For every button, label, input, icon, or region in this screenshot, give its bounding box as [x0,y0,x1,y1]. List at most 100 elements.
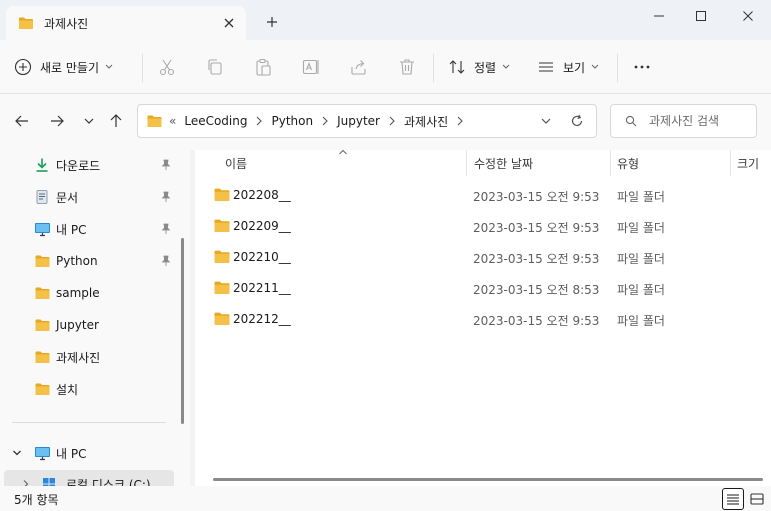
column-divider[interactable] [730,150,731,176]
folder-icon [213,311,231,326]
sidebar-item-label: 다운로드 [56,158,101,173]
sidebar-divider [12,422,166,423]
tree-item-this-pc[interactable]: 내 PC [0,439,180,467]
sort-button[interactable]: 정렬 [448,54,510,80]
sidebar-item-install[interactable]: 설치 [0,375,180,403]
more-options-icon[interactable] [632,57,652,77]
chevron-right-icon[interactable] [456,116,464,126]
maximize-icon[interactable] [686,6,716,26]
sidebar-item-this-pc[interactable]: 내 PC [0,215,180,243]
item-count: 5개 항목 [14,493,59,507]
minimize-icon[interactable] [644,6,674,26]
breadcrumb-python[interactable]: Python [271,114,313,128]
share-icon[interactable] [349,57,369,77]
new-tab-icon[interactable] [264,14,280,30]
tiles-view-icon [750,493,764,505]
tiles-view-button[interactable] [746,488,768,510]
chevron-right-icon[interactable] [22,479,30,486]
column-header-name[interactable]: 이름 [225,150,247,176]
tree-item-label: 로컬 디스크 (C:) [66,477,151,487]
sort-icon [448,58,466,76]
pin-icon[interactable] [160,223,172,235]
column-header-size[interactable]: 크기 [737,150,759,176]
file-date: 2023-03-15 오전 9:53 [473,221,600,235]
address-bar[interactable]: « LeeCoding Python Jupyter 과제사진 [137,104,597,138]
recent-chevron-icon[interactable] [80,112,98,130]
cut-icon[interactable] [157,57,177,77]
delete-icon[interactable] [397,57,417,77]
sidebar-item-documents[interactable]: 문서 [0,183,180,211]
table-row[interactable]: 202212__ 2023-03-15 오전 9:53 파일 폴더 [205,304,765,334]
breadcrumb-jupyter[interactable]: Jupyter [337,114,380,128]
view-button-label: 보기 [563,60,586,75]
file-list: 이름 수정한 날짜 유형 크기 202208__ 2023-03-15 오전 9… [195,149,771,486]
command-separator [617,54,618,82]
new-button[interactable]: 새로 만들기 [14,54,113,80]
command-separator [142,54,143,82]
tree-item-local-disk[interactable]: 로컬 디스크 (C:) [4,470,174,486]
folder-icon [34,286,51,300]
refresh-icon[interactable] [570,114,584,128]
up-arrow-icon[interactable] [107,112,125,130]
back-arrow-icon[interactable] [13,112,31,130]
windows-drive-icon [42,477,56,486]
sidebar-item-jupyter[interactable]: Jupyter [0,311,180,339]
file-name: 202210__ [233,250,291,264]
paste-icon[interactable] [253,57,273,77]
column-divider[interactable] [466,150,467,176]
search-input[interactable] [649,114,749,128]
command-separator [433,54,434,82]
file-date: 2023-03-15 오전 9:53 [473,190,600,204]
sort-ascending-icon [338,149,348,155]
sidebar-item-label: sample [56,286,100,300]
tab-current[interactable]: 과제사진 [6,6,246,40]
breadcrumb-current[interactable]: 과제사진 [404,113,448,130]
file-date: 2023-03-15 오전 9:53 [473,314,600,328]
view-button[interactable]: 보기 [537,54,599,80]
close-window-icon[interactable] [733,6,763,26]
table-row[interactable]: 202210__ 2023-03-15 오전 9:53 파일 폴더 [205,242,765,272]
sidebar-scrollbar[interactable] [181,238,184,424]
list-view-icon [537,58,555,76]
column-header-date[interactable]: 수정한 날짜 [474,150,533,176]
details-view-button[interactable] [722,488,744,510]
close-tab-icon[interactable] [222,16,236,30]
chevron-right-icon[interactable] [321,116,329,126]
column-header-type[interactable]: 유형 [617,150,639,176]
chevron-down-icon[interactable] [12,449,22,457]
sidebar-item-label: Jupyter [56,318,99,332]
folder-icon [146,114,163,128]
pin-icon[interactable] [160,191,172,203]
file-type: 파일 폴더 [617,252,665,266]
search-icon [625,115,637,127]
chevron-right-icon[interactable] [388,116,396,126]
sidebar-item-python[interactable]: Python [0,247,180,275]
file-date: 2023-03-15 오전 9:53 [473,252,600,266]
pin-icon[interactable] [160,255,172,267]
title-bar: 과제사진 [0,0,771,40]
table-row[interactable]: 202208__ 2023-03-15 오전 9:53 파일 폴더 [205,180,765,210]
address-dropdown-icon[interactable] [540,116,552,126]
pc-icon [34,445,51,461]
table-row[interactable]: 202209__ 2023-03-15 오전 9:53 파일 폴더 [205,211,765,241]
chevron-right-icon[interactable] [255,116,263,126]
forward-arrow-icon[interactable] [48,112,66,130]
column-divider[interactable] [610,150,611,176]
horizontal-scrollbar[interactable] [213,478,763,481]
pin-icon[interactable] [160,159,172,171]
sidebar-item-sample[interactable]: sample [0,279,180,307]
rename-icon[interactable] [301,57,321,77]
sidebar-item-label: 설치 [56,382,79,397]
folder-icon [34,350,51,364]
breadcrumb-overflow[interactable]: « [169,114,176,128]
copy-icon[interactable] [205,57,225,77]
file-type: 파일 폴더 [617,283,665,297]
file-type: 파일 폴더 [617,221,665,235]
pc-icon [34,221,51,237]
table-row[interactable]: 202211__ 2023-03-15 오전 8:53 파일 폴더 [205,273,765,303]
download-icon [34,157,50,173]
breadcrumb-leecoding[interactable]: LeeCoding [184,114,247,128]
search-box[interactable] [610,104,757,138]
sidebar-item-assignment-photos[interactable]: 과제사진 [0,343,180,371]
sidebar-item-downloads[interactable]: 다운로드 [0,151,180,179]
